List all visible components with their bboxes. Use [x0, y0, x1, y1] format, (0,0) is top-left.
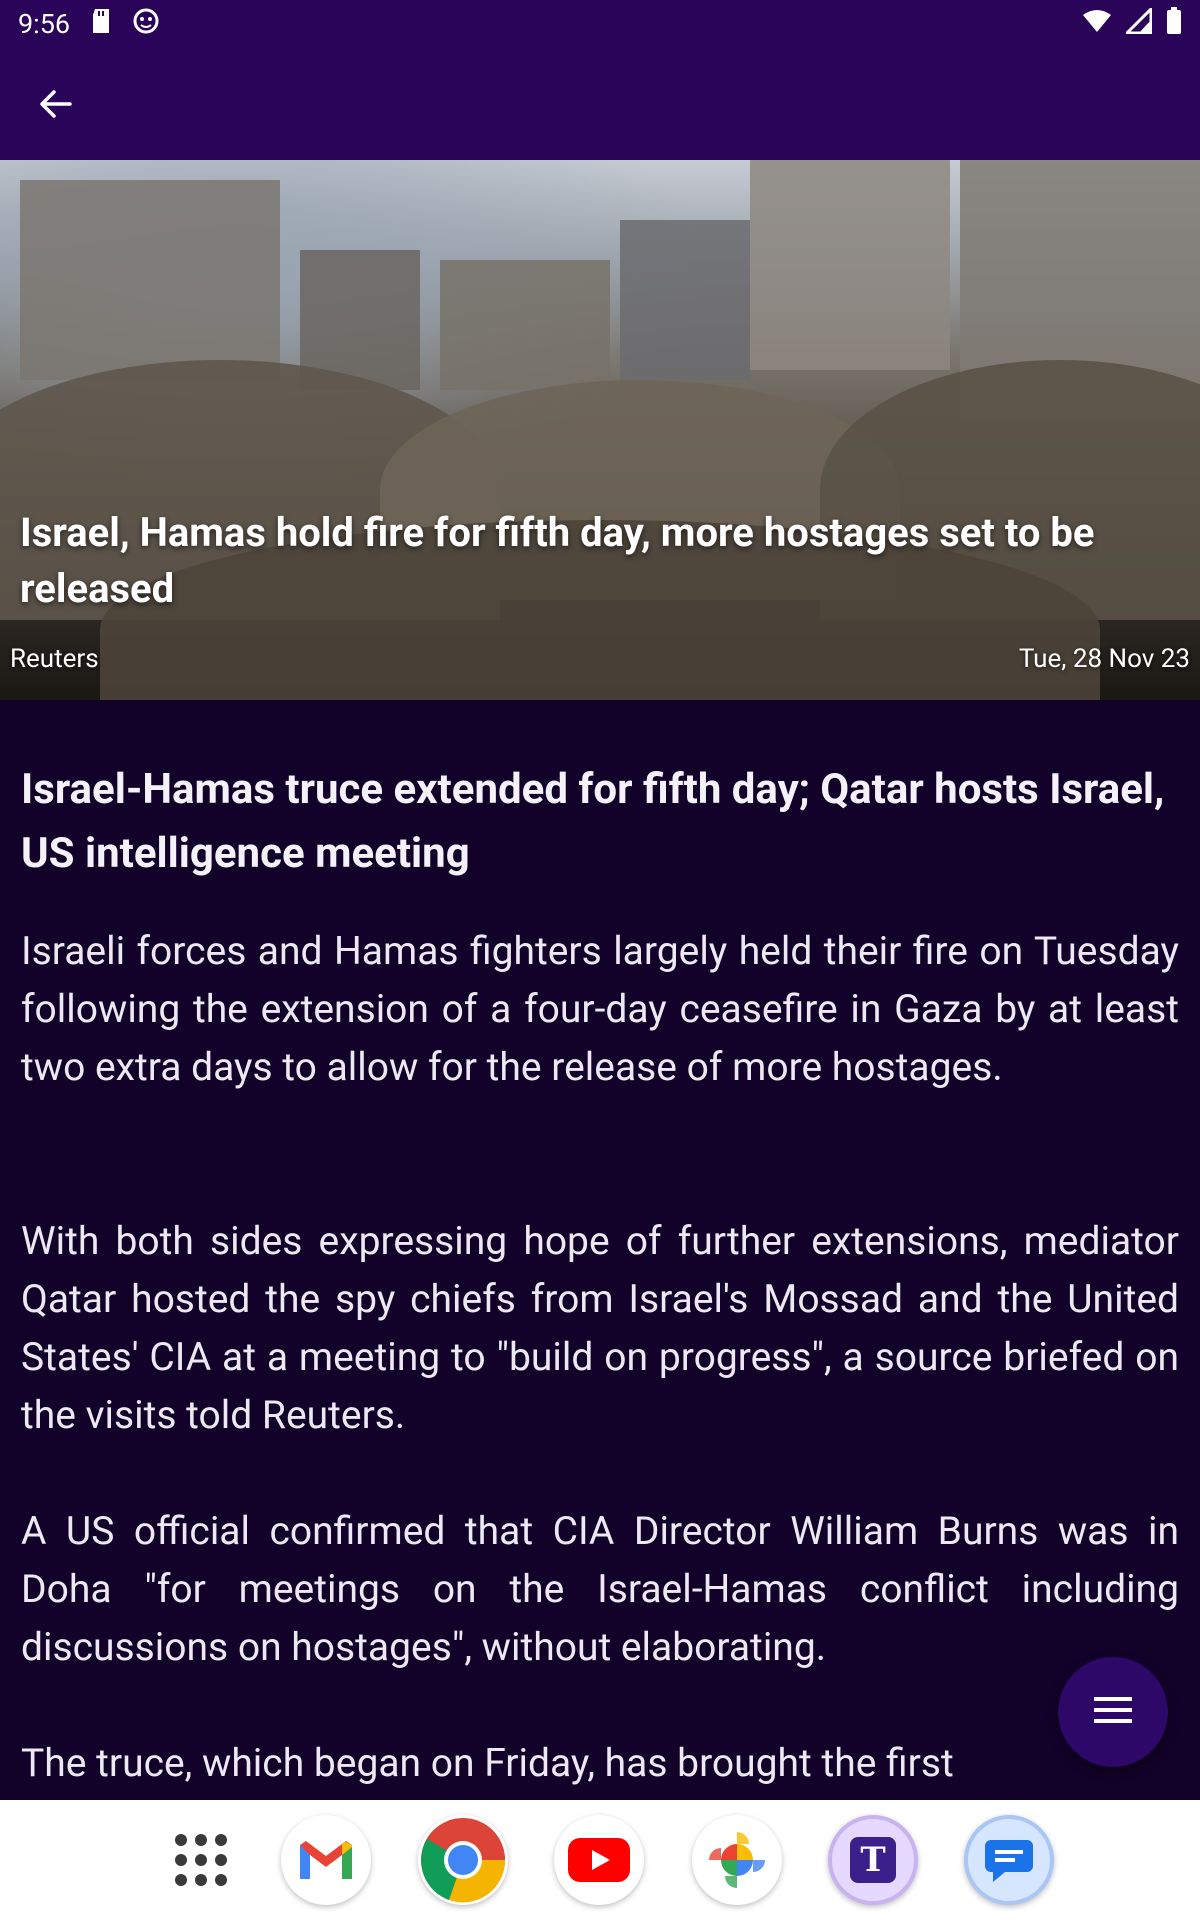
- youtube-icon[interactable]: [554, 1815, 644, 1905]
- back-arrow-icon: [38, 86, 74, 126]
- face-icon: [132, 7, 160, 42]
- app-dock: T: [0, 1800, 1200, 1920]
- back-button[interactable]: [28, 78, 84, 134]
- photos-icon[interactable]: [692, 1815, 782, 1905]
- article-paragraph: Israeli forces and Hamas fighters largel…: [21, 928, 1179, 1090]
- status-right: [1082, 4, 1182, 42]
- ruined-building: [620, 220, 750, 380]
- status-left: 9:56: [18, 7, 160, 42]
- hero-image[interactable]: Israel, Hamas hold fire for fifth day, m…: [0, 160, 1200, 700]
- sd-card-icon: [90, 8, 112, 41]
- t-app-icon[interactable]: T: [828, 1815, 918, 1905]
- menu-icon: [1094, 1695, 1132, 1729]
- gmail-icon[interactable]: [281, 1815, 371, 1905]
- chrome-icon[interactable]: [418, 1815, 508, 1905]
- article-headline: Israel-Hamas truce extended for fifth da…: [21, 765, 1165, 878]
- article-paragraph: A US official confirmed that CIA Directo…: [21, 1508, 1179, 1670]
- battery-icon: [1166, 6, 1182, 42]
- app-drawer-icon[interactable]: [156, 1815, 246, 1905]
- signal-icon: [1123, 4, 1153, 41]
- article-body: Israel-Hamas truce extended for fifth da…: [0, 700, 1200, 1800]
- t-letter: T: [850, 1837, 896, 1883]
- status-time: 9:56: [18, 8, 71, 40]
- wifi-icon: [1082, 8, 1112, 40]
- ruined-building: [440, 260, 610, 390]
- hero-date: Tue, 28 Nov 23: [1018, 644, 1190, 674]
- article-paragraph: The truce, which began on Friday, has br…: [21, 1740, 954, 1786]
- app-bar: [0, 48, 1200, 160]
- article-paragraph: With both sides expressing hope of furth…: [21, 1218, 1179, 1438]
- ruined-building: [750, 160, 950, 370]
- status-bar: 9:56: [0, 0, 1200, 48]
- hero-title: Israel, Hamas hold fire for fifth day, m…: [20, 509, 1095, 612]
- hero-source: Reuters: [10, 644, 99, 674]
- menu-fab[interactable]: [1058, 1657, 1168, 1767]
- ruined-building: [20, 180, 280, 380]
- messages-icon[interactable]: [964, 1815, 1054, 1905]
